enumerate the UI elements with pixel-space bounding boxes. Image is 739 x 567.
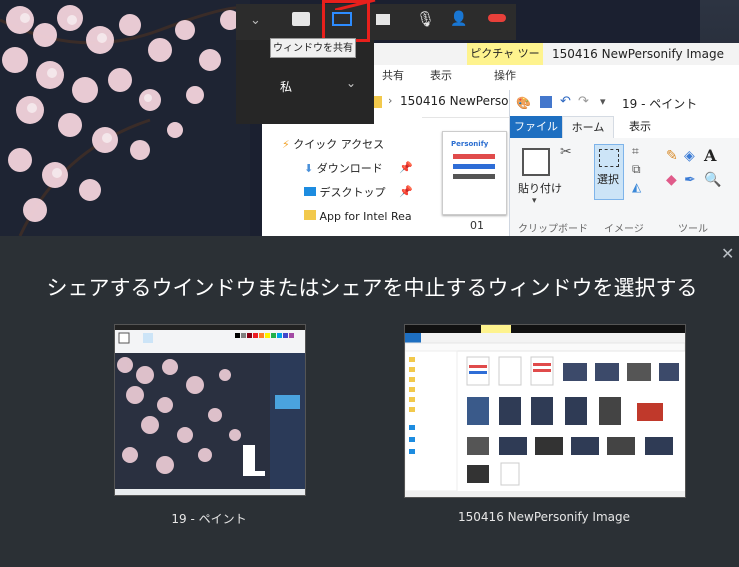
group-label-tools: ツール: [678, 224, 708, 235]
tab-file[interactable]: ファイル: [510, 116, 562, 138]
red-highlight-box: [322, 0, 370, 42]
window-thumbnail-explorer[interactable]: [404, 324, 686, 498]
sidebar-item-label: クイック アクセス: [293, 138, 385, 151]
navigation-pane: ⚡ クイック アクセス ⬇ ダウンロード 📌 デスクトップ 📌 App for …: [262, 117, 422, 236]
chevron-down-icon[interactable]: ⌄: [346, 76, 356, 90]
address-breadcrumb[interactable]: 150416 NewPersonif: [400, 94, 524, 108]
microphone-icon[interactable]: 🎙: [416, 10, 435, 28]
share-window-tooltip: ウィンドウを共有: [270, 38, 356, 58]
sidebar-item-quick-access[interactable]: ⚡ クイック アクセス: [282, 133, 384, 157]
paste-button[interactable]: 貼り付け: [518, 180, 562, 196]
tab-view[interactable]: 表示: [620, 116, 660, 138]
paste-icon[interactable]: [522, 148, 550, 176]
dialog-title: シェアするウインドウまたはシェアを中止するウィンドウを選択する: [46, 276, 698, 300]
thumbnail-bar: [453, 154, 495, 159]
pin-icon[interactable]: 📌: [399, 185, 413, 198]
chevron-down-icon[interactable]: ▾: [600, 95, 606, 108]
paint-ribbon-tabs: ファイル ホーム 表示: [510, 116, 739, 138]
folder-icon: [304, 210, 316, 220]
paint-title: 19 - ペイント: [622, 97, 698, 111]
close-icon[interactable]: ✕: [721, 244, 734, 263]
explorer-preview: [405, 325, 685, 497]
file-caption: 01: [470, 219, 484, 232]
select-label: 選択: [597, 173, 619, 186]
tab-view[interactable]: 表示: [430, 65, 452, 87]
cut-icon[interactable]: ✂: [560, 144, 572, 160]
crop-icon[interactable]: ⌗: [632, 144, 639, 159]
hang-up-icon[interactable]: [488, 14, 506, 22]
resize-icon[interactable]: ⧉: [632, 162, 641, 177]
window-label-paint: 19 - ペイント: [171, 512, 247, 526]
chevron-right-icon: ›: [388, 94, 393, 107]
sidebar-item-label: ダウンロード: [316, 162, 383, 175]
chevron-down-icon[interactable]: ▾: [532, 196, 537, 206]
cherry-blossom-wallpaper: [0, 0, 250, 236]
tab-share[interactable]: 共有: [382, 65, 404, 87]
paint-ribbon: ✂ 貼り付け ▾ 選択 ⌗ ⧉ ◭ ✎ ◈ A ◆ ✒ 🔍 クリップボード イメ…: [510, 138, 739, 236]
chat-icon[interactable]: [292, 12, 310, 26]
download-folder-icon: ⬇: [304, 162, 314, 175]
sidebar-item-downloads[interactable]: ⬇ ダウンロード: [304, 157, 383, 181]
magnifier-icon[interactable]: 🔍: [704, 172, 721, 188]
sidebar-item-desktop[interactable]: デスクトップ: [304, 181, 386, 205]
save-icon[interactable]: [540, 96, 552, 108]
explorer-title: 150416 NewPersonify Image: [552, 47, 724, 61]
window-thumbnail-paint[interactable]: [114, 324, 306, 496]
self-video-label: 私: [280, 80, 293, 94]
eraser-icon[interactable]: ◆: [666, 172, 677, 188]
thumbnail-bar: [453, 164, 495, 169]
group-label-clipboard: クリップボード: [518, 224, 588, 235]
tab-manage[interactable]: 操作: [494, 65, 516, 87]
thumbnail-brand: Personify: [451, 140, 489, 148]
paint-titlebar: 🎨 ↶ ↷ ▾ 19 - ペイント: [510, 90, 739, 116]
pin-icon[interactable]: 📌: [399, 161, 413, 174]
sidebar-item-label: デスクトップ: [319, 186, 386, 199]
sidebar-item-label: App for Intel Rea: [319, 210, 412, 223]
chevron-down-icon[interactable]: ⌄: [250, 13, 261, 28]
window-label-explorer: 150416 NewPersonify Image: [458, 510, 630, 524]
group-label-image: イメージ: [604, 224, 644, 235]
file-thumbnail[interactable]: Personify: [442, 131, 507, 215]
text-tool-icon[interactable]: A: [704, 146, 716, 165]
video-camera-icon[interactable]: [376, 14, 390, 25]
select-button[interactable]: 選択: [594, 144, 624, 200]
tab-picture-tools[interactable]: ピクチャ ツール: [467, 43, 543, 82]
share-window-dialog: ✕ シェアするウインドウまたはシェアを中止するウィンドウを選択する 19 - ペ…: [5, 236, 739, 567]
add-participant-icon[interactable]: 👤: [450, 11, 467, 27]
paint-app-icon: 🎨: [516, 96, 531, 110]
fill-icon[interactable]: ◈: [684, 148, 695, 164]
paint-window[interactable]: 🎨 ↶ ↷ ▾ 19 - ペイント ファイル ホーム 表示 ✂ 貼り付け ▾ 選…: [509, 90, 739, 236]
rotate-icon[interactable]: ◭: [632, 180, 641, 194]
star-icon: ⚡: [282, 138, 290, 151]
redo-icon[interactable]: ↷: [578, 94, 589, 109]
color-picker-icon[interactable]: ✒: [684, 172, 696, 188]
pencil-icon[interactable]: ✎: [666, 148, 678, 164]
tab-home[interactable]: ホーム: [562, 116, 614, 138]
paint-preview: [115, 325, 305, 495]
desktop-folder-icon: [304, 187, 316, 196]
thumbnail-bar: [453, 174, 495, 179]
select-icon: [599, 149, 619, 167]
sidebar-item-app-folder[interactable]: App for Intel Rea: [304, 205, 412, 229]
undo-icon[interactable]: ↶: [560, 94, 571, 109]
